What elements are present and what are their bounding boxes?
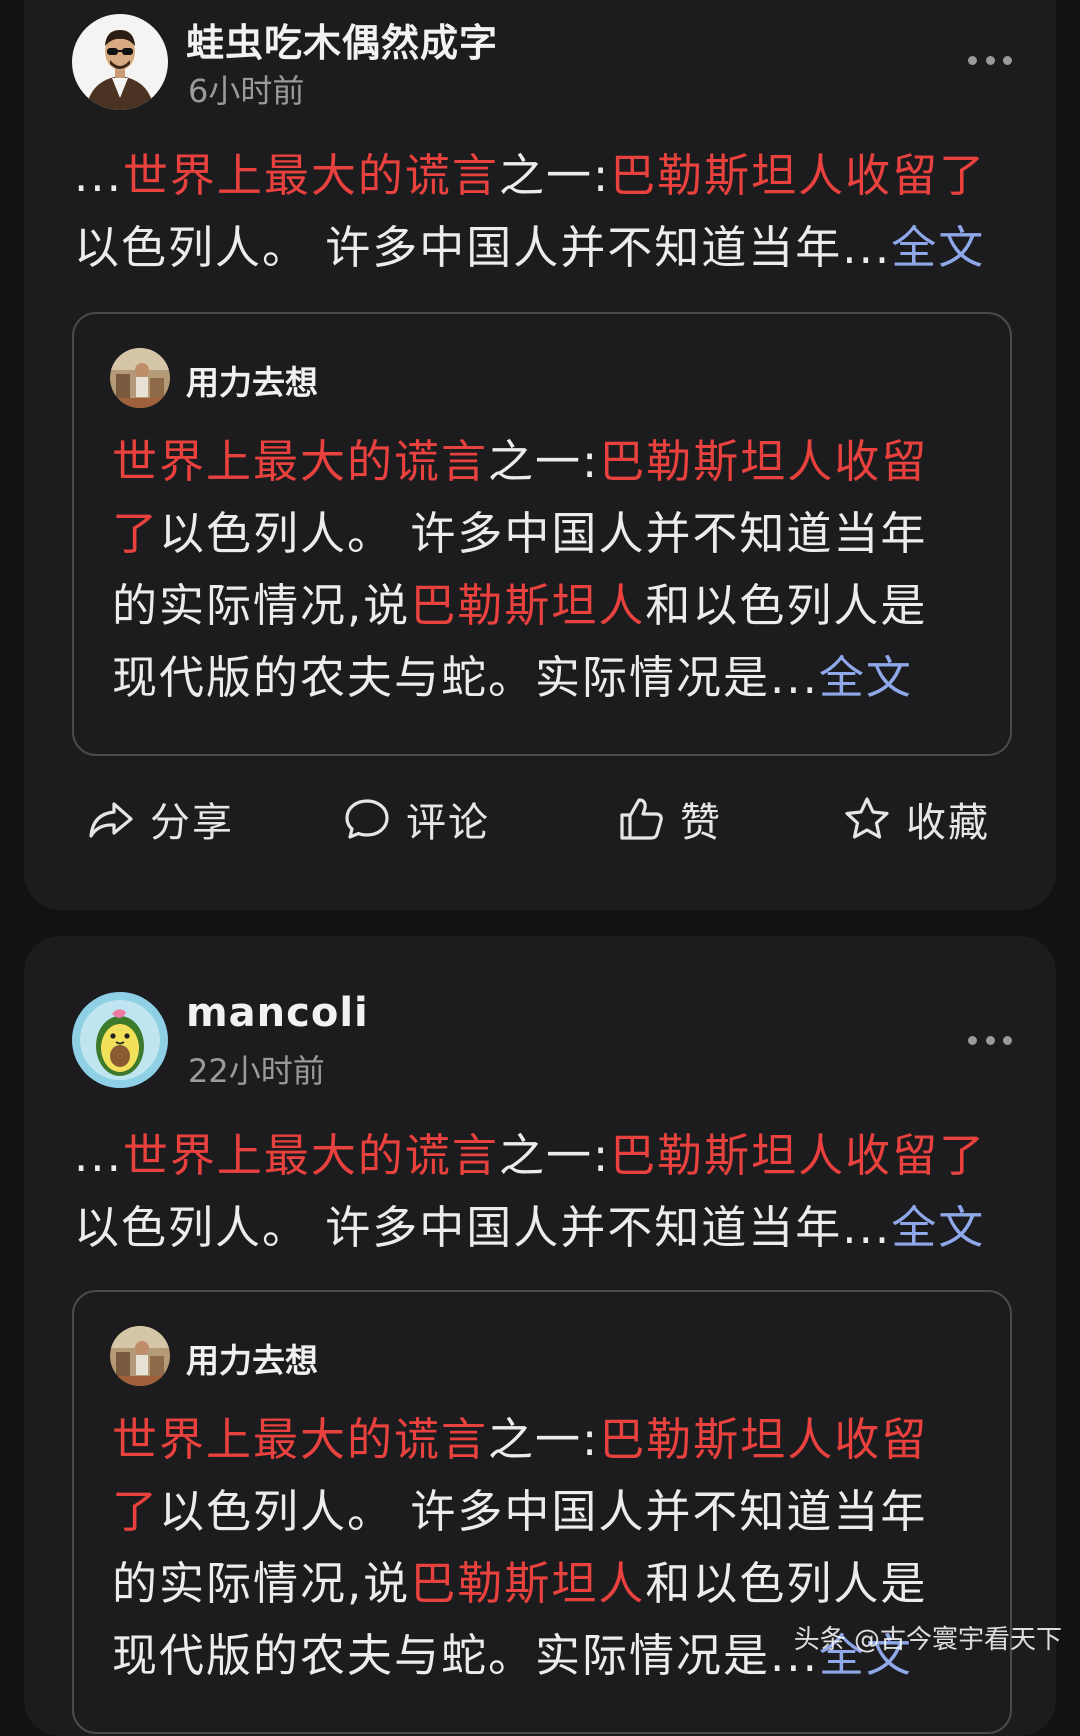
- keyword-highlight: 巴勒斯坦人收留了: [610, 149, 987, 202]
- watermark: 头条 @古今寰宇看天下: [793, 1625, 1062, 1655]
- quoted-text-part: 之一:: [488, 435, 600, 488]
- read-more-link[interactable]: 全文: [891, 221, 985, 274]
- like-label: 赞: [680, 800, 722, 846]
- author-name[interactable]: mancoli: [186, 990, 369, 1036]
- keyword-highlight: 世界上最大的谎言: [122, 1129, 499, 1182]
- keyword-highlight: 巴勒斯坦人: [410, 579, 646, 632]
- favorite-label: 收藏: [906, 800, 990, 846]
- share-label: 分享: [150, 800, 234, 846]
- post-card[interactable]: 蛙虫吃木偶然成字 6小时前 ...世界上最大的谎言之一:巴勒斯坦人收留了以色列人…: [24, 0, 1056, 910]
- comment-label: 评论: [406, 800, 490, 846]
- keyword-highlight: 世界上最大的谎言: [112, 1413, 489, 1466]
- action-bar: 分享 评论 赞 收藏: [24, 784, 1056, 854]
- excerpt-text: 之一:: [498, 1129, 611, 1182]
- like-button[interactable]: 赞: [616, 784, 722, 854]
- excerpt-text: 之一:: [498, 149, 611, 202]
- keyword-highlight: 世界上最大的谎言: [112, 435, 489, 488]
- star-icon: [845, 797, 889, 839]
- quoted-author-name[interactable]: 用力去想: [186, 356, 318, 404]
- quoted-post[interactable]: 用力去想 世界上最大的谎言之一:巴勒斯坦人收留了以色列人。 许多中国人并不知道当…: [72, 312, 1012, 756]
- excerpt-text: 以色列人。 许多中国人并不知道当年...: [74, 1201, 892, 1254]
- share-icon: [89, 802, 133, 838]
- keyword-highlight: 世界上最大的谎言: [122, 149, 499, 202]
- author-name[interactable]: 蛙虫吃木偶然成字: [186, 12, 498, 67]
- quoted-text-part: 之一:: [488, 1413, 600, 1466]
- quoted-author-avatar[interactable]: [110, 1326, 170, 1386]
- share-button[interactable]: 分享: [86, 784, 234, 854]
- post-excerpt[interactable]: ...世界上最大的谎言之一:巴勒斯坦人收留了以色列人。 许多中国人并不知道当年.…: [74, 1120, 1014, 1264]
- keyword-highlight: 巴勒斯坦人: [410, 1557, 646, 1610]
- post-time: 6小时前: [188, 72, 305, 110]
- more-icon[interactable]: [968, 54, 1012, 66]
- excerpt-ellipsis: ...: [74, 149, 123, 202]
- post-card[interactable]: mancoli 22小时前 ...世界上最大的谎言之一:巴勒斯坦人收留了以色列人…: [24, 936, 1056, 1736]
- author-avatar[interactable]: [72, 14, 168, 110]
- quoted-post[interactable]: 用力去想 世界上最大的谎言之一:巴勒斯坦人收留了以色列人。 许多中国人并不知道当…: [72, 1290, 1012, 1734]
- excerpt-ellipsis: ...: [74, 1129, 123, 1182]
- excerpt-text: 以色列人。 许多中国人并不知道当年...: [74, 221, 892, 274]
- post-excerpt[interactable]: ...世界上最大的谎言之一:巴勒斯坦人收留了以色列人。 许多中国人并不知道当年.…: [74, 140, 1014, 284]
- comment-button[interactable]: 评论: [342, 784, 490, 854]
- keyword-highlight: 巴勒斯坦人收留了: [610, 1129, 987, 1182]
- favorite-button[interactable]: 收藏: [842, 784, 990, 854]
- read-more-link[interactable]: 全文: [819, 651, 913, 704]
- more-icon[interactable]: [968, 1034, 1012, 1046]
- comment-icon: [345, 799, 389, 839]
- quoted-author-avatar[interactable]: [110, 348, 170, 408]
- thumbs-up-icon: [620, 798, 663, 840]
- quoted-author-name[interactable]: 用力去想: [186, 1334, 318, 1382]
- quoted-text[interactable]: 世界上最大的谎言之一:巴勒斯坦人收留了以色列人。 许多中国人并不知道当年的实际情…: [112, 426, 972, 714]
- post-time: 22小时前: [188, 1052, 325, 1090]
- read-more-link[interactable]: 全文: [891, 1201, 985, 1254]
- author-avatar[interactable]: [72, 992, 168, 1088]
